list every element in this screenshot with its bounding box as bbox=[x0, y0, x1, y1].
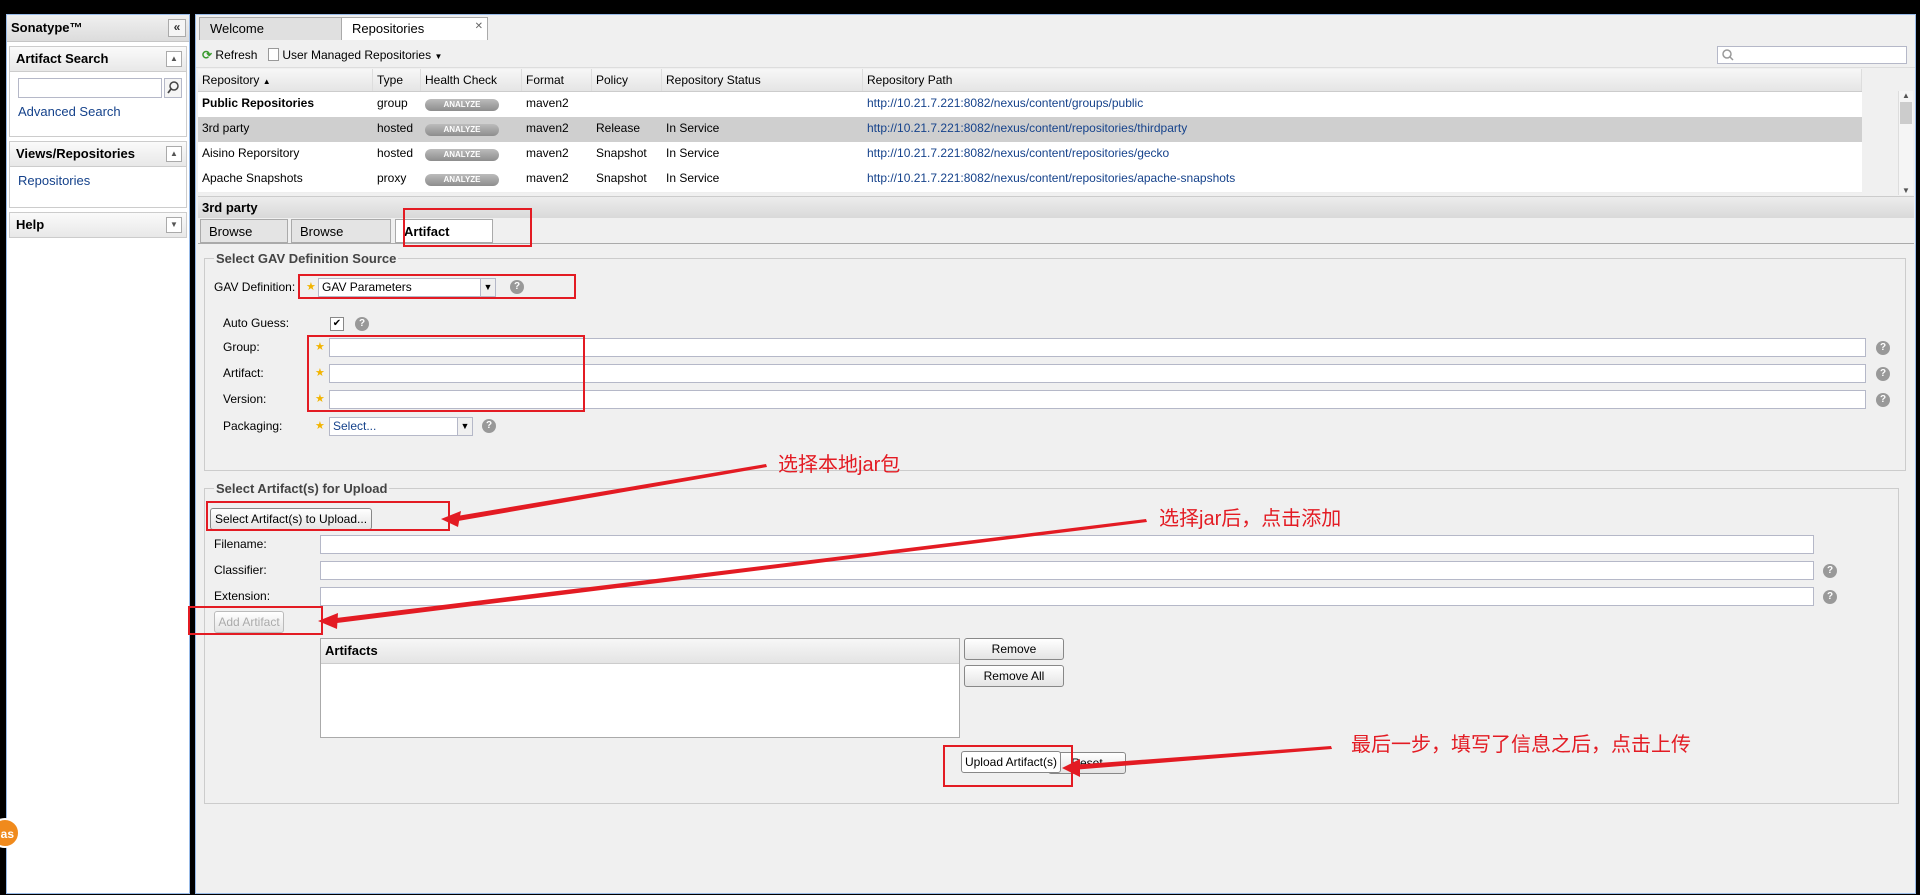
collapse-panel-button[interactable]: « bbox=[168, 19, 186, 37]
annotation-select-jar: 选择本地jar包 bbox=[778, 454, 901, 476]
collapse-artifact-search-icon[interactable]: ▲ bbox=[166, 51, 182, 67]
search-icon[interactable] bbox=[164, 78, 182, 98]
artifact-search-header[interactable]: Artifact Search ▲ bbox=[9, 46, 187, 72]
left-panel: Sonatype™ « Artifact Search ▲ Advanced S… bbox=[6, 14, 190, 894]
main-panel: Welcome Repositories ✕ ⟳ Refresh User Ma… bbox=[188, 14, 1916, 894]
quick-search-input[interactable] bbox=[18, 78, 162, 98]
repositories-link[interactable]: Repositories bbox=[18, 173, 90, 188]
brand-header: Sonatype™ « bbox=[7, 15, 189, 42]
advanced-search-link[interactable]: Advanced Search bbox=[18, 104, 178, 119]
artifact-search-title: Artifact Search bbox=[16, 51, 109, 66]
artifact-search-body: Advanced Search bbox=[9, 72, 187, 137]
annotation-upload: 最后一步，填写了信息之后，点击上传 bbox=[1351, 734, 1691, 756]
badge-text: as bbox=[0, 827, 14, 841]
views-repositories-header[interactable]: Views/Repositories ▲ bbox=[9, 141, 187, 167]
annotation-arrows bbox=[318, 464, 1332, 777]
expand-help-icon[interactable]: ▼ bbox=[166, 217, 182, 233]
help-title: Help bbox=[16, 217, 45, 232]
help-header[interactable]: Help ▼ bbox=[9, 212, 187, 238]
views-body: Repositories bbox=[9, 167, 187, 208]
brand-title: Sonatype™ bbox=[11, 20, 83, 35]
views-title: Views/Repositories bbox=[16, 146, 135, 161]
annotation-add-artifact: 选择jar后，点击添加 bbox=[1159, 508, 1342, 530]
collapse-views-icon[interactable]: ▲ bbox=[166, 146, 182, 162]
